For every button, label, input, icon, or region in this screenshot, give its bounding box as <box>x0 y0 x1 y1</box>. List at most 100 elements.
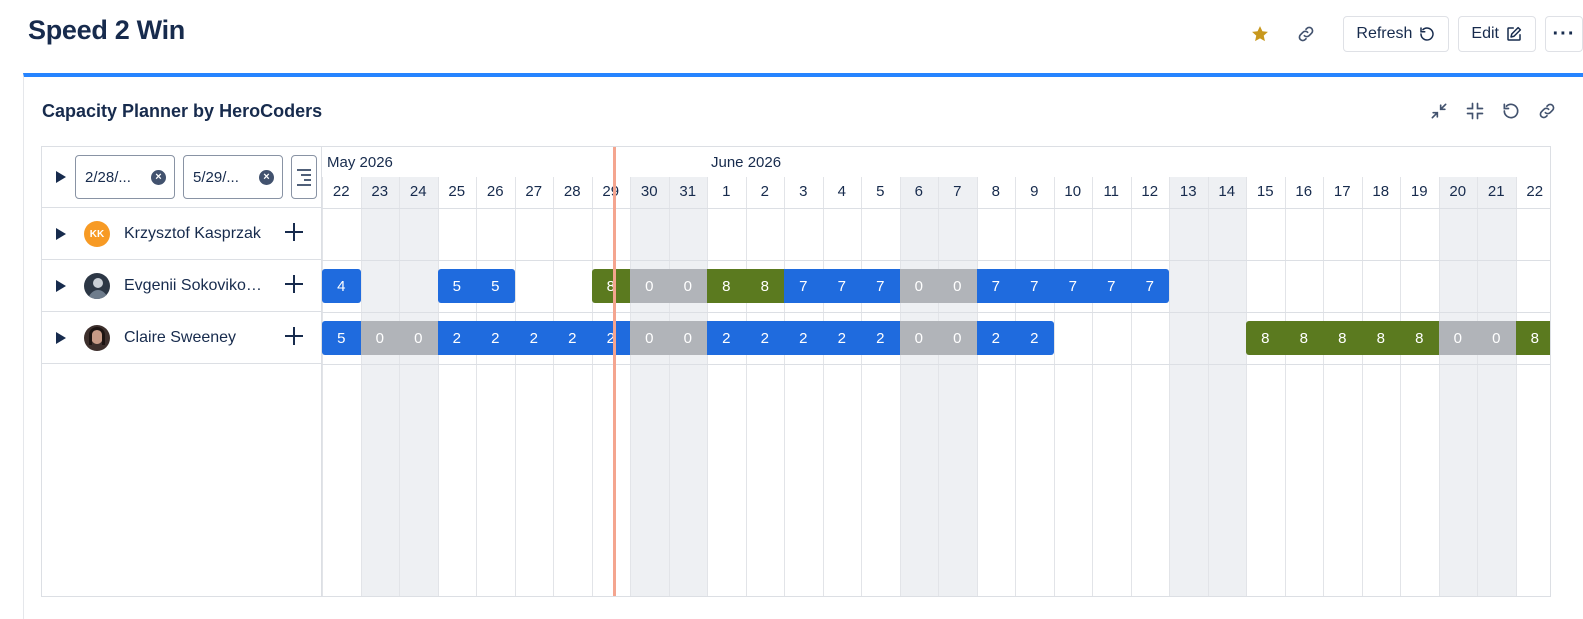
resource-name[interactable]: Claire Sweeney <box>124 329 236 347</box>
allocation-cell[interactable]: 0 <box>668 321 707 355</box>
resource-name[interactable]: Evgenii Sokovikov ... <box>124 277 269 295</box>
add-allocation-icon[interactable] <box>282 220 306 244</box>
allocation-cell[interactable]: 8 <box>591 269 630 303</box>
resource-name[interactable]: Krzysztof Kasprzak <box>124 225 261 243</box>
expand-all-caret-icon[interactable] <box>56 171 66 183</box>
allocation-cell[interactable]: 0 <box>630 321 669 355</box>
add-allocation-icon[interactable] <box>282 272 306 296</box>
day-number: 31 <box>679 183 697 200</box>
day-number: 26 <box>486 183 504 200</box>
reset-icon[interactable] <box>1500 100 1522 122</box>
allocation-cell[interactable]: 7 <box>1053 269 1092 303</box>
day-number: 9 <box>1030 183 1039 200</box>
allocation-cell[interactable]: 4 <box>322 269 361 303</box>
allocation-cell[interactable]: 8 <box>1361 321 1400 355</box>
allocation-cell[interactable]: 8 <box>707 269 746 303</box>
allocation-cell[interactable]: 2 <box>784 321 823 355</box>
edit-label: Edit <box>1471 25 1499 42</box>
allocation-cell[interactable]: 2 <box>476 321 515 355</box>
day-column <box>784 177 823 596</box>
day-number: 19 <box>1410 183 1428 200</box>
allocation-cell[interactable]: 2 <box>591 321 630 355</box>
allocation-cell[interactable]: 0 <box>360 321 399 355</box>
allocation-cell[interactable]: 0 <box>938 321 977 355</box>
allocation-cell[interactable]: 0 <box>1438 321 1477 355</box>
day-column <box>476 177 515 596</box>
allocation-cell[interactable]: 2 <box>745 321 784 355</box>
resource-row[interactable]: KK Krzysztof Kasprzak <box>42 208 322 260</box>
allocation-cell[interactable]: 8 <box>1246 321 1285 355</box>
day-column <box>861 177 900 596</box>
day-number: 29 <box>602 183 620 200</box>
allocation-cell[interactable]: 2 <box>822 321 861 355</box>
allocation-cell[interactable]: 7 <box>1092 269 1131 303</box>
resource-row[interactable]: Evgenii Sokovikov ... <box>42 260 322 312</box>
weekend-column <box>938 177 977 596</box>
allocation-cell[interactable]: 5 <box>476 269 515 303</box>
allocation-cell[interactable]: 5 <box>322 321 361 355</box>
refresh-button[interactable]: Refresh <box>1343 16 1450 52</box>
allocation-cell[interactable]: 8 <box>1400 321 1439 355</box>
allocation-cell[interactable]: 8 <box>1515 321 1550 355</box>
add-allocation-icon[interactable] <box>282 324 306 348</box>
allocation-cell[interactable]: 8 <box>1323 321 1362 355</box>
weekend-column <box>360 177 399 596</box>
expand-row-caret-icon[interactable] <box>56 228 66 240</box>
star-icon[interactable] <box>1242 16 1278 52</box>
day-column <box>1246 177 1285 596</box>
day-number: 15 <box>1256 183 1274 200</box>
allocation-cell[interactable]: 2 <box>976 321 1015 355</box>
allocation-cell[interactable]: 7 <box>1015 269 1054 303</box>
more-actions-button[interactable]: ··· <box>1545 16 1583 52</box>
resource-row[interactable]: Claire Sweeney <box>42 312 322 364</box>
day-number: 8 <box>991 183 1000 200</box>
allocation-cell[interactable]: 2 <box>514 321 553 355</box>
edit-button[interactable]: Edit <box>1458 16 1536 52</box>
allocation-cell[interactable]: 5 <box>437 269 476 303</box>
allocation-cell[interactable]: 7 <box>784 269 823 303</box>
allocation-cell[interactable]: 2 <box>707 321 746 355</box>
day-number: 2 <box>760 183 769 200</box>
allocation-cell[interactable]: 8 <box>745 269 784 303</box>
allocation-cell[interactable]: 0 <box>668 269 707 303</box>
allocation-cell[interactable]: 2 <box>437 321 476 355</box>
allocation-cell[interactable]: 7 <box>861 269 900 303</box>
month-label: May 2026 <box>327 154 393 171</box>
shrink-icon[interactable] <box>1464 100 1486 122</box>
allocation-cell[interactable]: 0 <box>899 321 938 355</box>
allocation-cell[interactable]: 2 <box>553 321 592 355</box>
allocation-cell[interactable]: 8 <box>1284 321 1323 355</box>
day-column <box>1092 177 1131 596</box>
allocation-cell[interactable]: 7 <box>1130 269 1169 303</box>
sort-icon[interactable] <box>291 155 317 199</box>
expand-row-caret-icon[interactable] <box>56 280 66 292</box>
edit-icon <box>1507 26 1522 41</box>
weekend-column <box>1207 177 1246 596</box>
day-column <box>591 177 631 596</box>
day-column <box>707 177 746 596</box>
day-column <box>1323 177 1362 596</box>
day-number: 12 <box>1141 183 1159 200</box>
day-number: 22 <box>332 183 350 200</box>
allocation-cell[interactable]: 2 <box>1015 321 1054 355</box>
allocation-cell[interactable]: 0 <box>938 269 977 303</box>
clear-end-date-icon[interactable]: × <box>259 170 274 185</box>
day-number: 30 <box>640 183 658 200</box>
weekend-column <box>668 177 707 596</box>
allocation-cell[interactable]: 7 <box>976 269 1015 303</box>
link-icon[interactable] <box>1536 100 1558 122</box>
clear-start-date-icon[interactable]: × <box>151 170 166 185</box>
resource-column: 2/28/... × 5/29/... × KK Krzysztof Kaspr… <box>42 147 322 596</box>
collapse-icon[interactable] <box>1428 100 1450 122</box>
allocation-cell[interactable]: 0 <box>899 269 938 303</box>
link-icon[interactable] <box>1288 16 1324 52</box>
allocation-cell[interactable]: 2 <box>861 321 900 355</box>
allocation-cell[interactable]: 0 <box>630 269 669 303</box>
expand-row-caret-icon[interactable] <box>56 332 66 344</box>
weekend-column <box>1169 177 1208 596</box>
allocation-cell[interactable]: 7 <box>822 269 861 303</box>
allocation-cell[interactable]: 0 <box>399 321 438 355</box>
allocation-cell[interactable]: 0 <box>1477 321 1516 355</box>
end-date-field[interactable]: 5/29/... × <box>183 155 283 199</box>
start-date-field[interactable]: 2/28/... × <box>75 155 175 199</box>
